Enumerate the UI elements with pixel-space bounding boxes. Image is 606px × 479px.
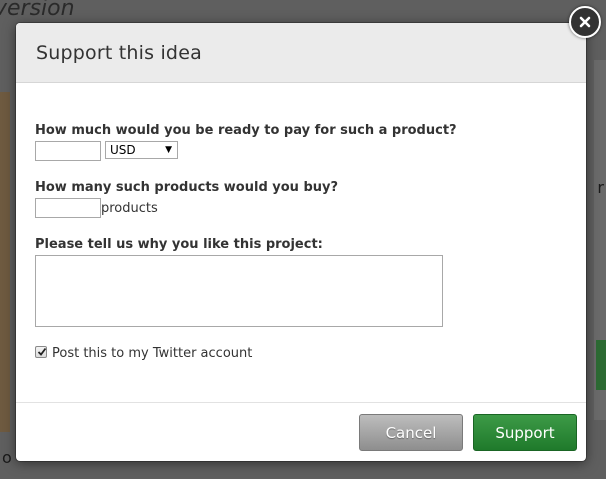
support-button[interactable]: Support	[473, 414, 577, 451]
reason-label: Please tell us why you like this project…	[35, 237, 323, 252]
background-button-right	[596, 340, 606, 390]
dialog-title: Support this idea	[36, 41, 202, 64]
currency-selected-value: USD	[110, 143, 136, 157]
close-button[interactable]	[569, 6, 601, 38]
background-text-fragment: r	[597, 178, 604, 197]
price-input[interactable]	[35, 141, 101, 161]
close-icon	[579, 16, 591, 28]
dropdown-arrow-icon: ▼	[165, 145, 172, 155]
quantity-unit: products	[101, 201, 158, 216]
dialog-header: Support this idea	[16, 23, 586, 83]
twitter-checkbox-label[interactable]: Post this to my Twitter account	[52, 346, 252, 361]
background-text-fragment: o	[2, 448, 12, 467]
support-dialog: Support this idea How much would you be …	[16, 23, 586, 461]
quantity-label: How many such products would you buy?	[35, 180, 339, 195]
quantity-input[interactable]	[35, 198, 101, 218]
cancel-button[interactable]: Cancel	[359, 414, 463, 451]
twitter-checkbox[interactable]	[35, 346, 47, 358]
background-image-left	[0, 92, 10, 432]
background-title-fragment: version	[0, 0, 75, 21]
dialog-footer: Cancel Support	[16, 402, 586, 461]
price-label: How much would you be ready to pay for s…	[35, 123, 457, 138]
reason-textarea[interactable]	[35, 255, 443, 327]
currency-select[interactable]: USD ▼	[105, 141, 178, 159]
checkmark-icon	[37, 347, 47, 356]
